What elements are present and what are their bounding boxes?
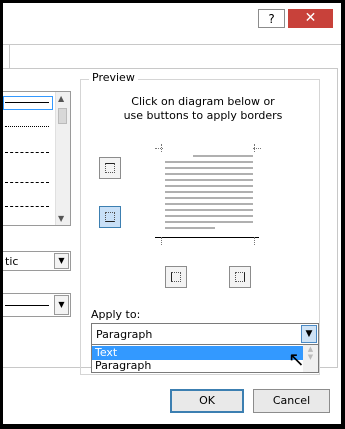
option-text[interactable]: Text xyxy=(92,346,304,360)
text-line xyxy=(165,209,253,211)
apply-to-dropdown[interactable]: Text Paragraph ▲ ▼ xyxy=(91,344,319,373)
style-none[interactable] xyxy=(3,96,53,110)
text-line xyxy=(165,197,253,199)
bottom-border-button[interactable] xyxy=(99,206,121,228)
style-dotted[interactable] xyxy=(5,126,49,127)
line-style-list[interactable]: ▲ ▼ xyxy=(3,91,71,226)
width-line-preview xyxy=(5,305,49,306)
left-border-icon xyxy=(171,272,181,282)
color-combo-value: tic xyxy=(5,255,19,268)
mouse-cursor-icon: ↖ xyxy=(288,347,305,371)
top-border-icon xyxy=(105,163,115,173)
close-button[interactable]: ✕ xyxy=(288,9,333,28)
hint-line-1: Click on diagram below or xyxy=(131,95,275,108)
cancel-button[interactable]: Cancel xyxy=(253,389,330,413)
dropdown-scrollbar[interactable]: ▲ ▼ xyxy=(303,345,318,372)
text-line xyxy=(165,215,253,217)
style-dashed[interactable] xyxy=(5,182,49,183)
ok-button[interactable]: OK xyxy=(170,389,244,413)
apply-to-label: Apply to: xyxy=(91,308,141,321)
tab-strip-divider xyxy=(3,44,341,45)
text-line xyxy=(165,167,253,169)
chevron-down-icon[interactable]: ▼ xyxy=(54,253,69,269)
style-dashed-small[interactable] xyxy=(5,152,49,153)
style-solid[interactable] xyxy=(5,102,49,103)
apply-to-combo[interactable]: Paragraph ▼ xyxy=(91,323,319,345)
borders-and-shading-dialog: ? ✕ ▲ ▼ tic ▼ ▼ Preview Click on diagram… xyxy=(3,3,341,424)
style-dash-dot[interactable] xyxy=(5,206,49,207)
corner-mark xyxy=(161,237,162,245)
preview-diagram[interactable] xyxy=(153,144,263,248)
text-line xyxy=(165,227,215,229)
tab-borders[interactable] xyxy=(3,44,10,68)
right-border-button[interactable] xyxy=(229,266,251,288)
chevron-down-icon[interactable]: ▼ xyxy=(301,325,317,343)
scroll-up-icon[interactable]: ▲ xyxy=(58,94,64,103)
corner-mark xyxy=(254,144,255,152)
top-border-button[interactable] xyxy=(99,157,121,179)
right-border-icon xyxy=(235,272,245,282)
bottom-border-icon xyxy=(105,212,115,222)
text-line xyxy=(165,203,253,205)
apply-to-value: Paragraph xyxy=(96,328,153,341)
option-paragraph[interactable]: Paragraph xyxy=(92,359,304,373)
hint-line-2: use buttons to apply borders xyxy=(123,109,283,122)
help-button[interactable]: ? xyxy=(258,9,285,28)
bottom-border-line xyxy=(155,237,259,238)
chevron-down-icon[interactable]: ▼ xyxy=(54,295,69,315)
color-combo[interactable]: tic ▼ xyxy=(3,251,71,271)
preview-hint: Click on diagram below or use buttons to… xyxy=(103,95,303,123)
style-list-scrollbar[interactable]: ▲ ▼ xyxy=(55,92,70,225)
corner-mark xyxy=(161,144,162,152)
text-line xyxy=(165,161,253,163)
text-line xyxy=(165,179,253,181)
text-line xyxy=(193,155,253,157)
text-line xyxy=(165,185,253,187)
text-line xyxy=(165,173,253,175)
scroll-down-icon[interactable]: ▼ xyxy=(58,214,64,223)
corner-mark xyxy=(254,237,255,245)
width-combo[interactable]: ▼ xyxy=(3,293,71,317)
left-border-button[interactable] xyxy=(165,266,187,288)
text-line xyxy=(165,221,253,223)
scroll-thumb[interactable] xyxy=(58,108,67,124)
text-line xyxy=(165,191,253,193)
preview-title: Preview xyxy=(89,71,138,84)
